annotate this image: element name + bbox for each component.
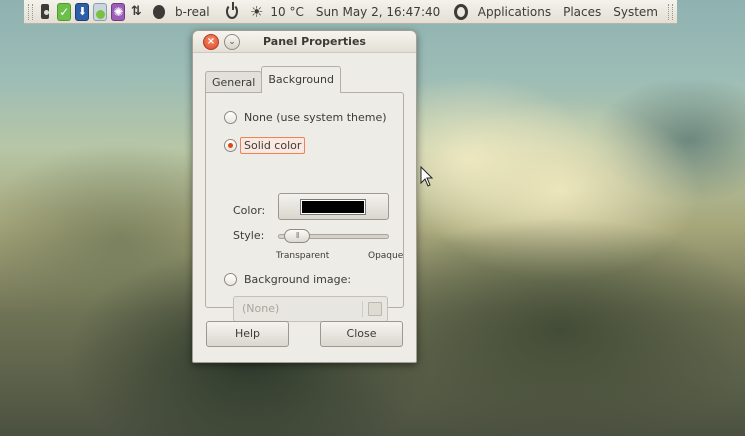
checkmark-icon[interactable] — [57, 2, 72, 21]
tab-background[interactable]: Background — [261, 66, 341, 93]
menu-system[interactable]: System — [607, 5, 664, 19]
mouse-pointer-icon — [420, 166, 434, 187]
radio-solid-label[interactable]: Solid color — [240, 137, 306, 154]
menu-applications[interactable]: Applications — [472, 5, 557, 19]
image-file-chooser[interactable]: (None) — [233, 296, 388, 322]
radio-none-label[interactable]: None (use system theme) — [244, 111, 387, 124]
style-label: Style: — [233, 229, 265, 242]
folder-icon — [368, 302, 382, 316]
clock[interactable]: Sun May 2, 16:47:40 — [310, 5, 446, 19]
menu-places[interactable]: Places — [557, 5, 607, 19]
radio-row-none[interactable]: None (use system theme) — [224, 111, 387, 124]
network-icon[interactable] — [93, 2, 108, 21]
status-blob-icon[interactable] — [152, 4, 165, 19]
titlebar[interactable]: × ⌄ Panel Properties — [193, 31, 416, 53]
purple-app-icon[interactable]: ✺ — [111, 2, 126, 21]
color-picker-button[interactable] — [278, 193, 389, 220]
radio-none[interactable] — [224, 111, 237, 124]
power-icon[interactable] — [225, 2, 238, 19]
radio-solid-color[interactable] — [224, 139, 237, 152]
tab-bar: General Background — [205, 66, 341, 93]
window-title: Panel Properties — [263, 35, 366, 48]
transfer-arrows-icon[interactable]: ⇅ — [129, 3, 143, 21]
color-swatch — [300, 199, 366, 215]
sun-icon[interactable]: ☀ — [250, 3, 263, 21]
user-name[interactable]: b-real — [169, 5, 216, 19]
panel-properties-dialog: × ⌄ Panel Properties General Background … — [192, 30, 417, 363]
top-panel: ⬇ ✺ ⇅ b-real ☀ 10 °C Sun May 2, 16:47:40… — [24, 0, 677, 24]
speaker-icon[interactable] — [41, 4, 50, 19]
radio-image-label[interactable]: Background image: — [244, 273, 351, 286]
tab-general[interactable]: General — [205, 71, 263, 93]
weather-temperature[interactable]: 10 °C — [264, 5, 309, 19]
radio-row-solid[interactable]: Solid color — [224, 137, 306, 154]
panel-drag-handle-right[interactable] — [668, 3, 673, 20]
blue-app-icon[interactable]: ⬇ — [75, 2, 90, 21]
opacity-slider-thumb[interactable]: ll — [284, 229, 311, 243]
file-chooser-value: (None) — [242, 302, 280, 315]
help-button[interactable]: Help — [206, 321, 289, 347]
radio-row-image[interactable]: Background image: — [224, 273, 351, 286]
background-tab-panel: None (use system theme) Solid color Colo… — [205, 92, 404, 322]
slider-min-label: Transparent — [276, 251, 330, 261]
ubuntu-logo-icon — [454, 3, 468, 20]
panel-drag-handle[interactable] — [28, 3, 33, 20]
slider-max-label: Opaque — [368, 251, 404, 261]
close-button[interactable]: Close — [320, 321, 403, 347]
file-chooser-divider — [362, 301, 363, 317]
color-label: Color: — [233, 204, 266, 217]
radio-background-image[interactable] — [224, 273, 237, 286]
